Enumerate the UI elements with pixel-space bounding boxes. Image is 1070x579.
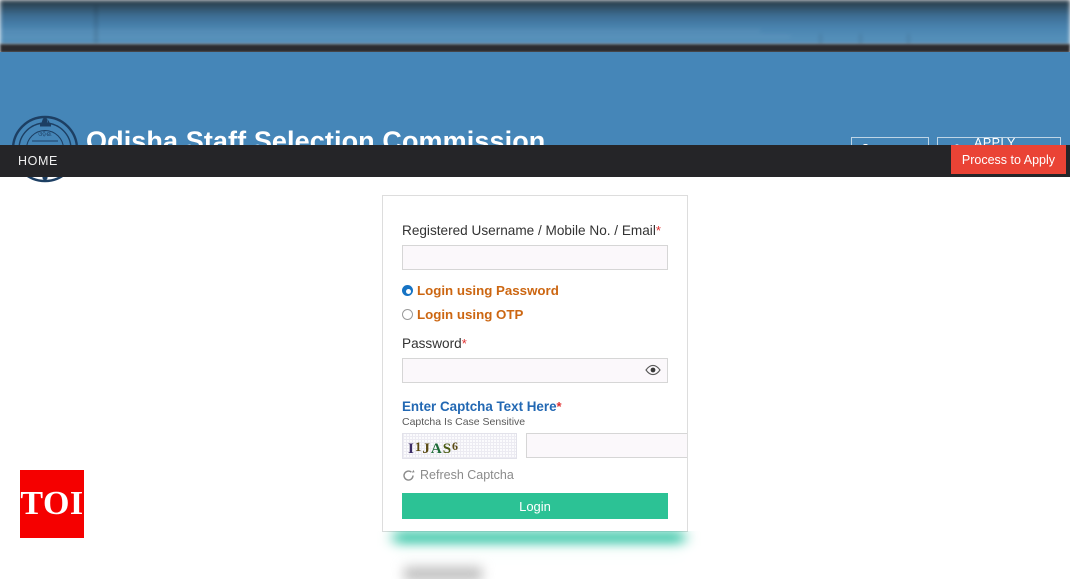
radio-login-using-password[interactable] — [402, 285, 413, 296]
svg-text:ଓଡ଼ିଶା: ଓଡ଼ିଶା — [38, 131, 52, 138]
password-label: Password* — [402, 335, 668, 352]
login-method-otp-row[interactable]: Login using OTP — [402, 307, 668, 322]
blurred-gray-element — [404, 567, 482, 579]
captcha-title: Enter Captcha Text Here* — [402, 399, 668, 415]
captcha-input[interactable] — [526, 433, 687, 458]
captcha-row: I1JAS6 — [402, 433, 687, 459]
process-to-apply-label: Process to Apply — [961, 152, 1055, 167]
main-navbar: HOME Process to Apply — [0, 145, 1070, 177]
username-required-marker: * — [655, 223, 661, 238]
password-label-text: Password — [402, 336, 462, 351]
radio-login-using-password-label[interactable]: Login using Password — [417, 283, 559, 298]
need-help-link[interactable]: ? Need Help — [402, 531, 668, 532]
blurred-page-strip — [0, 0, 1070, 46]
login-submit-button[interactable]: Login — [402, 493, 668, 519]
eye-icon[interactable] — [645, 362, 661, 378]
site-header: ଓଡ଼ିଶା ସରକାର Odisha Staff Selection Comm… — [0, 52, 1070, 183]
login-submit-label: Login — [519, 498, 551, 514]
blurred-bottom-overlay — [0, 531, 1070, 579]
captcha-title-text: Enter Captcha Text Here — [402, 399, 557, 414]
radio-login-using-otp-label[interactable]: Login using OTP — [417, 307, 523, 322]
captcha-char-2: J — [422, 441, 431, 457]
captcha-required-marker: * — [556, 399, 562, 414]
refresh-captcha-label: Refresh Captcha — [420, 468, 514, 482]
need-help-label: Need Help — [421, 531, 486, 532]
captcha-image-text: I1JAS6 — [408, 437, 459, 458]
password-required-marker: * — [461, 336, 467, 351]
nav-item-home[interactable]: HOME — [18, 145, 58, 177]
nav-item-home-label: HOME — [18, 154, 58, 168]
captcha-char-3: A — [430, 441, 443, 457]
blurred-white-band — [372, 545, 708, 567]
radio-login-using-otp[interactable] — [402, 309, 413, 320]
refresh-captcha-button[interactable]: Refresh Captcha — [402, 468, 668, 482]
captcha-image: I1JAS6 — [402, 433, 517, 459]
username-label: Registered Username / Mobile No. / Email… — [402, 222, 668, 239]
blurred-teal-bar — [394, 532, 684, 549]
username-label-text: Registered Username / Mobile No. / Email — [402, 223, 656, 238]
toi-watermark-text: TOI — [20, 485, 84, 522]
password-field-wrapper — [402, 358, 668, 383]
captcha-char-0: I — [408, 441, 415, 457]
process-to-apply-button[interactable]: Process to Apply — [950, 145, 1066, 174]
refresh-icon — [403, 469, 415, 481]
password-input[interactable] — [402, 358, 668, 383]
captcha-char-5: 6 — [452, 439, 460, 453]
username-input[interactable] — [402, 245, 668, 270]
captcha-char-4: S — [442, 441, 453, 457]
login-card: Registered Username / Mobile No. / Email… — [382, 195, 688, 532]
toi-watermark-logo: TOI — [20, 470, 84, 538]
captcha-note: Captcha Is Case Sensitive — [402, 416, 526, 428]
login-method-password-row[interactable]: Login using Password — [402, 283, 668, 298]
